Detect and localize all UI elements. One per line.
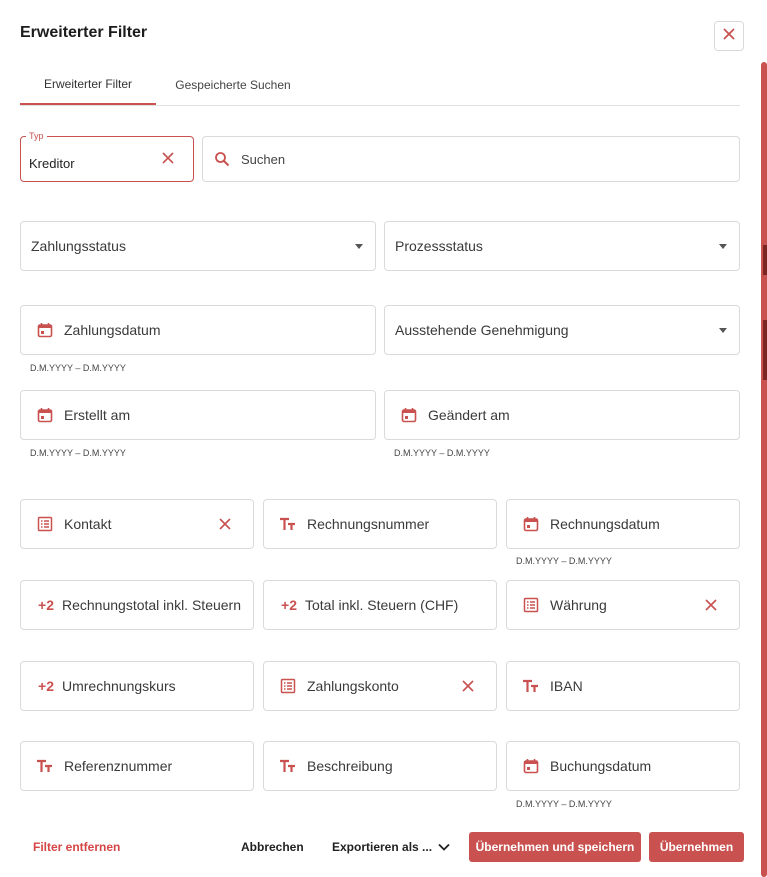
- scrollbar[interactable]: [761, 62, 767, 877]
- ausstehende-genehmigung-select[interactable]: Ausstehende Genehmigung: [384, 305, 740, 355]
- umrechnungskurs-field[interactable]: +2 Umrechnungskurs: [20, 661, 254, 711]
- umrechnungskurs-label: Umrechnungskurs: [62, 678, 176, 694]
- total-chf-field[interactable]: +2 Total inkl. Steuern (CHF): [263, 580, 497, 630]
- typ-clear-button[interactable]: [160, 152, 176, 168]
- scrollbar-marker: [763, 320, 767, 380]
- close-button[interactable]: [714, 21, 744, 51]
- zahlungsdatum-label: Zahlungsdatum: [64, 322, 161, 338]
- advanced-filter-dialog: Erweiterter Filter Erweiterter Filter Ge…: [0, 0, 767, 877]
- buchungsdatum-label: Buchungsdatum: [550, 758, 652, 774]
- caret-down-icon: [355, 244, 363, 249]
- dialog-title: Erweiterter Filter: [20, 24, 148, 41]
- calendar-icon: [35, 405, 55, 425]
- text-type-icon: [278, 514, 298, 534]
- beschreibung-label: Beschreibung: [307, 758, 393, 774]
- beschreibung-field[interactable]: Beschreibung: [263, 741, 497, 791]
- search-field[interactable]: [202, 136, 740, 182]
- geaendert-am-hint: D.M.YYYY – D.M.YYYY: [394, 448, 490, 458]
- list-icon: [35, 514, 55, 534]
- text-type-icon: [521, 676, 541, 696]
- number-plus-two-icon: +2: [38, 597, 54, 613]
- search-icon: [213, 150, 231, 168]
- rechnungstotal-field[interactable]: +2 Rechnungstotal inkl. Steuern: [20, 580, 254, 630]
- waehrung-clear-button[interactable]: [703, 597, 719, 613]
- remove-filter-link[interactable]: Filter entfernen: [33, 840, 120, 854]
- tab-bar: Erweiterter Filter Gespeicherte Suchen: [20, 64, 740, 106]
- prozessstatus-select[interactable]: Prozessstatus: [384, 221, 740, 271]
- zahlungsstatus-select[interactable]: Zahlungsstatus: [20, 221, 376, 271]
- zahlungsdatum-hint: D.M.YYYY – D.M.YYYY: [30, 363, 126, 373]
- erstellt-am-field[interactable]: Erstellt am: [20, 390, 376, 440]
- export-label: Exportieren als ...: [332, 840, 433, 854]
- zahlungskonto-field[interactable]: Zahlungskonto: [263, 661, 497, 711]
- rechnungsnummer-label: Rechnungsnummer: [307, 516, 430, 532]
- buchungsdatum-hint: D.M.YYYY – D.M.YYYY: [516, 799, 612, 809]
- search-input[interactable]: [241, 151, 721, 167]
- waehrung-field[interactable]: Währung: [506, 580, 740, 630]
- prozessstatus-label: Prozessstatus: [395, 238, 483, 254]
- tab-gespeicherte-suchen[interactable]: Gespeicherte Suchen: [156, 64, 310, 105]
- cancel-button[interactable]: Abbrechen: [241, 840, 304, 854]
- list-icon: [278, 676, 298, 696]
- erstellt-am-label: Erstellt am: [64, 407, 131, 423]
- rechnungsdatum-hint: D.M.YYYY – D.M.YYYY: [516, 556, 612, 566]
- kontakt-field[interactable]: Kontakt: [20, 499, 254, 549]
- geaendert-am-field[interactable]: Geändert am: [384, 390, 740, 440]
- tab-erweiterter-filter[interactable]: Erweiterter Filter: [20, 64, 156, 105]
- kontakt-label: Kontakt: [64, 516, 112, 532]
- zahlungsstatus-label: Zahlungsstatus: [31, 238, 126, 254]
- close-icon: [162, 151, 174, 169]
- typ-legend: Typ: [26, 131, 47, 141]
- caret-down-icon: [719, 244, 727, 249]
- text-type-icon: [35, 756, 55, 776]
- number-plus-two-icon: +2: [38, 678, 54, 694]
- waehrung-label: Währung: [550, 597, 607, 613]
- text-type-icon: [278, 756, 298, 776]
- zahlungskonto-clear-button[interactable]: [460, 678, 476, 694]
- rechnungsnummer-field[interactable]: Rechnungsnummer: [263, 499, 497, 549]
- typ-value[interactable]: Kreditor: [29, 156, 75, 171]
- number-plus-two-icon: +2: [281, 597, 297, 613]
- zahlungsdatum-field[interactable]: Zahlungsdatum: [20, 305, 376, 355]
- total-chf-label: Total inkl. Steuern (CHF): [305, 597, 459, 613]
- referenznummer-field[interactable]: Referenznummer: [20, 741, 254, 791]
- calendar-icon: [399, 405, 419, 425]
- calendar-icon: [521, 514, 541, 534]
- calendar-icon: [521, 756, 541, 776]
- apply-button[interactable]: Übernehmen: [649, 832, 744, 862]
- buchungsdatum-field[interactable]: Buchungsdatum: [506, 741, 740, 791]
- erstellt-am-hint: D.M.YYYY – D.M.YYYY: [30, 448, 126, 458]
- apply-and-save-button[interactable]: Übernehmen und speichern: [469, 832, 641, 862]
- rechnungsdatum-label: Rechnungsdatum: [550, 516, 660, 532]
- ausstehende-genehmigung-label: Ausstehende Genehmigung: [395, 322, 569, 338]
- calendar-icon: [35, 320, 55, 340]
- referenznummer-label: Referenznummer: [64, 758, 173, 774]
- iban-field[interactable]: IBAN: [506, 661, 740, 711]
- chevron-down-icon: [438, 843, 450, 851]
- rechnungsdatum-field[interactable]: Rechnungsdatum: [506, 499, 740, 549]
- list-icon: [521, 595, 541, 615]
- export-dropdown-button[interactable]: Exportieren als ...: [332, 840, 450, 854]
- iban-label: IBAN: [550, 678, 583, 694]
- geaendert-am-label: Geändert am: [428, 407, 510, 423]
- rechnungstotal-label: Rechnungstotal inkl. Steuern: [62, 597, 241, 613]
- zahlungskonto-label: Zahlungskonto: [307, 678, 399, 694]
- close-icon: [722, 27, 736, 46]
- caret-down-icon: [719, 328, 727, 333]
- scrollbar-marker: [763, 245, 767, 275]
- kontakt-clear-button[interactable]: [217, 516, 233, 532]
